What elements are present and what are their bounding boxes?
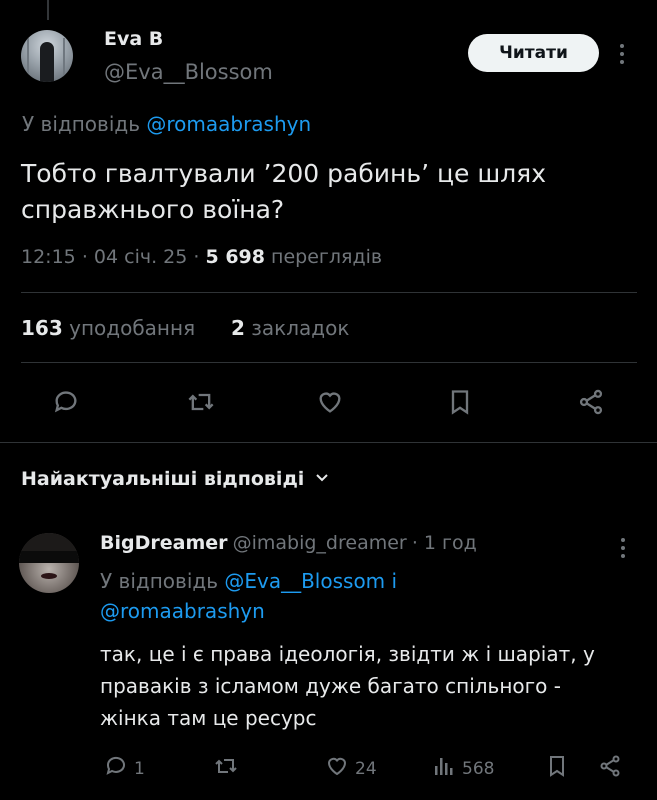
bookmark-icon[interactable] — [444, 386, 476, 418]
views-icon — [432, 754, 456, 783]
reply-prefix: У відповідь — [22, 112, 140, 136]
reply-reply-button[interactable]: 1 — [104, 754, 145, 783]
retweet-icon[interactable] — [185, 386, 217, 418]
replies-sort-toggle[interactable]: Найактуальніші відповіді — [21, 468, 330, 490]
reply-mention-link[interactable]: @Eva__Blossom — [224, 569, 385, 593]
reply-bookmark-button[interactable] — [545, 754, 569, 783]
reply-retweet-button[interactable] — [214, 754, 238, 783]
views-count: 5 698 — [205, 246, 265, 268]
reply-text: так, це і є права ідеологія, звідти ж і … — [100, 638, 640, 734]
bookmarks-stat[interactable]: 2 закладок — [231, 316, 349, 340]
tweet-time[interactable]: 12:15 — [21, 246, 76, 268]
author-handle[interactable]: @Eva__Blossom — [104, 60, 273, 84]
like-icon[interactable] — [314, 386, 346, 418]
reply-header: BigDreamer @imabig_dreamer · 1 год — [100, 532, 477, 554]
author-avatar[interactable] — [21, 30, 73, 82]
divider — [21, 362, 637, 363]
retweet-icon — [214, 754, 238, 783]
reply-views-button[interactable]: 568 — [432, 754, 494, 783]
reply-text-line: жінка там це ресурс — [100, 706, 317, 730]
reply-count: 1 — [134, 758, 145, 779]
more-dots-icon[interactable] — [618, 536, 628, 564]
tweet-meta: 12:15 · 04 січ. 25 · 5 698 переглядів — [21, 246, 383, 268]
replies-section-title: Найактуальніші відповіді — [21, 468, 305, 490]
reply-icon[interactable] — [50, 386, 82, 418]
reply-like-button[interactable]: 24 — [325, 754, 377, 783]
reply-to-line: У відповідь @Eva__Blossom і @romaabrashy… — [100, 566, 620, 626]
chevron-down-icon — [314, 469, 330, 489]
bookmarks-label: закладок — [251, 316, 350, 340]
reply-author-avatar[interactable] — [19, 533, 79, 593]
reply-conjunction: і — [391, 569, 398, 593]
share-icon[interactable] — [575, 386, 607, 418]
tweet-text-line: справжнього воїна? — [21, 195, 285, 224]
more-dots-icon[interactable] — [617, 42, 627, 70]
views-count: 568 — [462, 758, 495, 779]
tweet-text-line: Тобто гвалтували ’200 рабинь’ це шлях — [21, 159, 547, 188]
likes-label: уподобання — [69, 316, 196, 340]
reply-mention-link[interactable]: @romaabrashyn — [100, 599, 265, 623]
section-divider — [0, 442, 657, 443]
reply-author-name[interactable]: BigDreamer — [100, 532, 228, 554]
divider — [21, 292, 637, 293]
follow-button[interactable]: Читати — [468, 34, 599, 72]
share-icon — [598, 754, 622, 783]
author-name[interactable]: Eva B — [104, 28, 163, 50]
reply-prefix: У відповідь — [100, 569, 218, 593]
reply-icon — [104, 754, 128, 783]
reply-to-line: У відповідь @romaabrashyn — [22, 112, 311, 136]
views-label: переглядів — [271, 246, 383, 268]
likes-count: 163 — [21, 316, 63, 340]
reply-text-line: праваків з ісламом дуже багато спільного… — [100, 674, 561, 698]
thread-line — [47, 0, 49, 20]
reply-author-handle[interactable]: @imabig_dreamer — [233, 532, 407, 554]
bookmark-icon — [545, 754, 569, 783]
likes-stat[interactable]: 163 уподобання — [21, 316, 195, 340]
reply-text-line: так, це і є права ідеологія, звідти ж і … — [100, 642, 595, 666]
tweet-date[interactable]: 04 січ. 25 — [94, 246, 187, 268]
tweet-text: Тобто гвалтували ’200 рабинь’ це шлях сп… — [21, 156, 641, 228]
reply-share-button[interactable] — [598, 754, 622, 783]
reply-time[interactable]: 1 год — [424, 532, 477, 554]
like-icon — [325, 754, 349, 783]
bookmarks-count: 2 — [231, 316, 245, 340]
like-count: 24 — [355, 758, 377, 779]
reply-mention-link[interactable]: @romaabrashyn — [146, 112, 311, 136]
